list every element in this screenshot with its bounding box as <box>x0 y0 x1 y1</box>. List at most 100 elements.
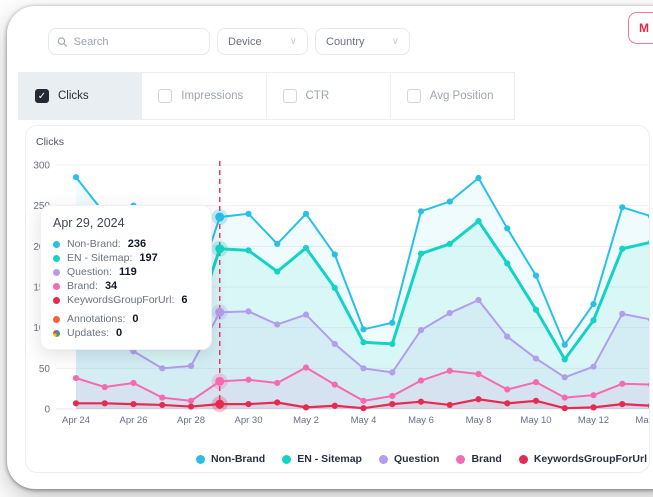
data-point[interactable] <box>504 334 510 340</box>
data-point[interactable] <box>274 268 280 274</box>
tab-clicks[interactable]: ✓Clicks <box>18 73 142 119</box>
data-point[interactable] <box>274 399 280 405</box>
data-point[interactable] <box>590 317 596 323</box>
data-point[interactable] <box>619 381 625 387</box>
data-point[interactable] <box>130 380 136 386</box>
checkbox-icon[interactable] <box>407 89 421 103</box>
data-point[interactable] <box>619 204 625 210</box>
data-point[interactable] <box>418 377 424 383</box>
checkbox-checked-icon[interactable]: ✓ <box>35 89 49 103</box>
data-point[interactable] <box>245 247 251 253</box>
data-point[interactable] <box>73 400 79 406</box>
data-point[interactable] <box>159 395 165 401</box>
country-dropdown[interactable]: Country ∨ <box>315 28 410 55</box>
data-point[interactable] <box>303 404 309 410</box>
highlight-point[interactable] <box>215 400 224 409</box>
data-point[interactable] <box>619 311 625 317</box>
data-point[interactable] <box>562 374 568 380</box>
legend-item-question[interactable]: Question <box>379 453 440 465</box>
data-point[interactable] <box>188 398 194 404</box>
data-point[interactable] <box>590 301 596 307</box>
checkbox-icon[interactable] <box>158 89 172 103</box>
legend-item-brand[interactable]: Brand <box>456 453 501 465</box>
search-box[interactable] <box>48 28 210 55</box>
data-point[interactable] <box>245 401 251 407</box>
data-point[interactable] <box>590 392 596 398</box>
highlight-point[interactable] <box>215 377 224 386</box>
data-point[interactable] <box>418 399 424 405</box>
data-point[interactable] <box>533 307 539 313</box>
checkbox-icon[interactable] <box>283 89 297 103</box>
data-point[interactable] <box>447 241 453 247</box>
data-point[interactable] <box>332 382 338 388</box>
tab-ctr[interactable]: CTR <box>267 73 391 119</box>
data-point[interactable] <box>303 211 309 217</box>
legend-item-non-brand[interactable]: Non-Brand <box>196 453 265 465</box>
data-point[interactable] <box>245 377 251 383</box>
data-point[interactable] <box>389 341 395 347</box>
data-point[interactable] <box>562 405 568 411</box>
tab-avg-position[interactable]: Avg Position <box>391 73 515 119</box>
data-point[interactable] <box>102 400 108 406</box>
data-point[interactable] <box>389 369 395 375</box>
data-point[interactable] <box>332 251 338 257</box>
data-point[interactable] <box>475 297 481 303</box>
data-point[interactable] <box>562 342 568 348</box>
data-point[interactable] <box>475 396 481 402</box>
data-point[interactable] <box>303 312 309 318</box>
data-point[interactable] <box>504 225 510 231</box>
data-point[interactable] <box>73 174 79 180</box>
data-point[interactable] <box>418 208 424 214</box>
data-point[interactable] <box>73 375 79 381</box>
highlight-point[interactable] <box>215 213 224 222</box>
data-point[interactable] <box>533 379 539 385</box>
data-point[interactable] <box>418 327 424 333</box>
data-point[interactable] <box>332 341 338 347</box>
data-point[interactable] <box>360 326 366 332</box>
data-point[interactable] <box>360 398 366 404</box>
data-point[interactable] <box>475 218 481 224</box>
data-point[interactable] <box>619 246 625 252</box>
highlight-point[interactable] <box>215 308 224 317</box>
data-point[interactable] <box>475 371 481 377</box>
data-point[interactable] <box>447 199 453 205</box>
more-button[interactable]: M <box>628 12 653 44</box>
highlight-point[interactable] <box>215 244 224 253</box>
data-point[interactable] <box>590 364 596 370</box>
device-dropdown[interactable]: Device ∨ <box>217 28 308 55</box>
data-point[interactable] <box>447 368 453 374</box>
data-point[interactable] <box>274 380 280 386</box>
data-point[interactable] <box>245 211 251 217</box>
legend-item-keywordsgroupforurl[interactable]: KeywordsGroupForUrl <box>519 453 647 465</box>
data-point[interactable] <box>159 365 165 371</box>
data-point[interactable] <box>303 245 309 251</box>
data-point[interactable] <box>504 260 510 266</box>
data-point[interactable] <box>533 355 539 361</box>
data-point[interactable] <box>475 175 481 181</box>
data-point[interactable] <box>130 401 136 407</box>
data-point[interactable] <box>303 364 309 370</box>
data-point[interactable] <box>274 241 280 247</box>
data-point[interactable] <box>332 403 338 409</box>
data-point[interactable] <box>188 363 194 369</box>
data-point[interactable] <box>360 365 366 371</box>
data-point[interactable] <box>274 321 280 327</box>
data-point[interactable] <box>447 310 453 316</box>
data-point[interactable] <box>447 402 453 408</box>
data-point[interactable] <box>619 401 625 407</box>
data-point[interactable] <box>245 308 251 314</box>
data-point[interactable] <box>389 393 395 399</box>
data-point[interactable] <box>332 285 338 291</box>
data-point[interactable] <box>562 395 568 401</box>
data-point[interactable] <box>504 400 510 406</box>
data-point[interactable] <box>389 320 395 326</box>
tab-impressions[interactable]: Impressions <box>142 73 266 119</box>
data-point[interactable] <box>418 251 424 257</box>
data-point[interactable] <box>159 402 165 408</box>
data-point[interactable] <box>562 356 568 362</box>
data-point[interactable] <box>389 401 395 407</box>
data-point[interactable] <box>533 398 539 404</box>
data-point[interactable] <box>360 339 366 345</box>
data-point[interactable] <box>102 384 108 390</box>
data-point[interactable] <box>504 386 510 392</box>
